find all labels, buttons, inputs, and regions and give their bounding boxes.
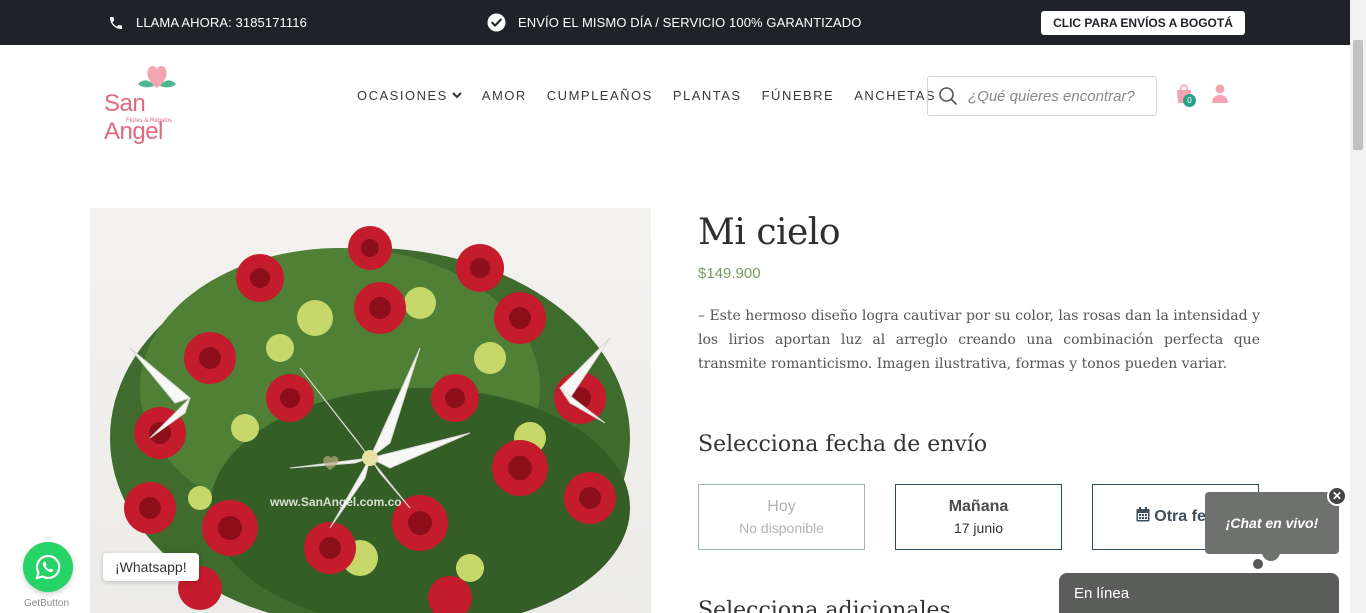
getbutton-credit[interactable]: GetButton	[24, 598, 69, 609]
shipping-text: ENVÍO EL MISMO DÍA / SERVICIO 100% GARAN…	[518, 15, 862, 30]
call-text: LLAMA AHORA: 3185171116	[136, 15, 307, 30]
top-announcement-bar: LLAMA AHORA: 3185171116 ENVÍO EL MISMO D…	[0, 0, 1350, 45]
delivery-option-sub: No disponible	[739, 520, 824, 536]
nav-item-cumpleanos[interactable]: CUMPLEAÑOS	[547, 88, 653, 103]
whatsapp-label[interactable]: ¡Whatsapp!	[103, 553, 199, 581]
bogota-shipping-button[interactable]: CLIC PARA ENVÍOS A BOGOTÁ	[1041, 11, 1245, 35]
delivery-option-label: Hoy	[767, 498, 796, 515]
main-navigation: OCASIONES AMOR CUMPLEAÑOS PLANTAS FÚNEBR…	[357, 88, 936, 103]
calendar-icon	[1136, 507, 1150, 527]
whatsapp-icon	[35, 554, 61, 580]
user-account-button[interactable]	[1211, 84, 1229, 109]
nav-item-label: OCASIONES	[357, 88, 448, 103]
user-icon	[1212, 84, 1228, 103]
delivery-option-label: Mañana	[948, 498, 1009, 515]
live-chat-bubble[interactable]: ¡Chat en vivo!	[1205, 492, 1339, 554]
nav-item-ocasiones[interactable]: OCASIONES	[357, 88, 462, 103]
nav-item-plantas[interactable]: PLANTAS	[673, 88, 742, 103]
logo-tagline: Flores & Regalos	[126, 118, 173, 124]
nav-item-amor[interactable]: AMOR	[482, 88, 527, 103]
delivery-option-sub: 17 junio	[953, 520, 1004, 536]
product-price: $149.900	[698, 265, 761, 282]
cart-count-badge: 0	[1183, 94, 1196, 107]
delivery-date-heading: Selecciona fecha de envío	[698, 432, 988, 457]
close-icon[interactable]: ✕	[1327, 486, 1347, 506]
logo-heart-icon	[138, 66, 176, 88]
chat-bubble-tail	[1262, 547, 1280, 561]
search-box	[927, 76, 1157, 116]
phone-icon	[108, 15, 124, 31]
same-day-shipping: ENVÍO EL MISMO DÍA / SERVICIO 100% GARAN…	[487, 0, 861, 45]
product-description: – Este hermoso diseño logra cautivar por…	[698, 308, 1260, 372]
check-circle-icon	[487, 13, 506, 32]
search-icon[interactable]	[928, 86, 968, 106]
scrollbar-thumb[interactable]	[1353, 40, 1363, 150]
chat-avatar-dot	[1253, 559, 1263, 569]
delivery-option-today[interactable]: Hoy No disponible	[698, 484, 865, 550]
whatsapp-button[interactable]	[23, 542, 73, 592]
call-now[interactable]: LLAMA AHORA: 3185171116	[108, 0, 307, 45]
cart-button[interactable]: 0	[1175, 84, 1197, 108]
image-watermark: www.SanAngel.com.co	[269, 495, 402, 509]
addons-heading: Selecciona adicionales	[698, 598, 951, 613]
logo[interactable]: San Angel Flores & Regalos	[104, 62, 208, 145]
chevron-down-icon	[452, 91, 462, 101]
nav-item-anchetas[interactable]: ANCHETAS	[854, 88, 936, 103]
page-scrollbar[interactable]	[1350, 0, 1366, 613]
chat-status-bar[interactable]: En línea	[1059, 573, 1339, 613]
product-title: Mi cielo	[698, 212, 841, 253]
delivery-option-tomorrow[interactable]: Mañana 17 junio	[895, 484, 1062, 550]
nav-item-funebre[interactable]: FÚNEBRE	[762, 88, 835, 103]
search-input[interactable]	[968, 87, 1148, 105]
